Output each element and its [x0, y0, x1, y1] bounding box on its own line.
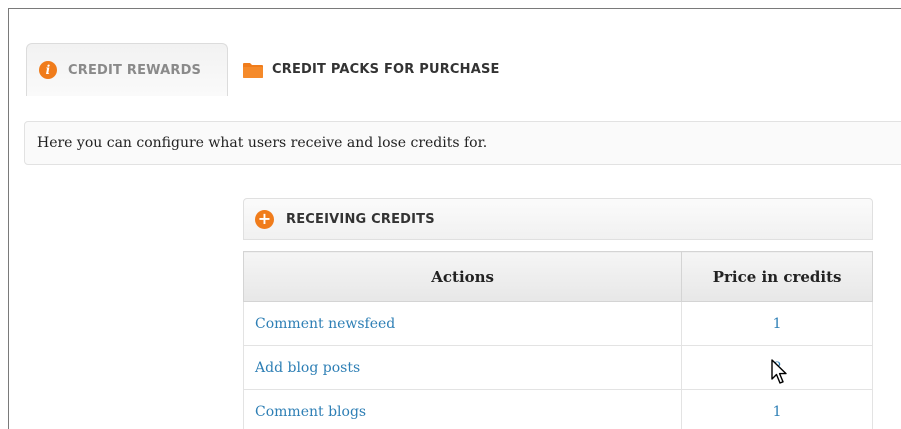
price-cell: 1: [681, 389, 873, 429]
action-link[interactable]: Comment newsfeed: [255, 316, 395, 332]
table-header-row: Actions Price in credits: [242, 251, 873, 302]
description-text: Here you can configure what users receiv…: [37, 135, 488, 151]
table-row: Comment newsfeed 1: [242, 301, 873, 346]
folder-icon: [243, 62, 263, 78]
price-cell: 8: [681, 345, 873, 390]
section-header-receiving-credits: + RECEIVING CREDITS: [243, 198, 873, 240]
action-cell: Comment blogs: [242, 389, 683, 429]
plus-circle-icon: +: [255, 209, 274, 229]
action-link[interactable]: Add blog posts: [255, 360, 360, 376]
column-header-price: Price in credits: [681, 251, 873, 302]
table-row: Comment blogs 1: [242, 389, 873, 429]
description-box: Here you can configure what users receiv…: [24, 121, 901, 165]
action-cell: Add blog posts: [242, 345, 683, 390]
tab-credit-rewards[interactable]: i CREDIT REWARDS: [26, 43, 228, 96]
section-title: RECEIVING CREDITS: [286, 211, 435, 227]
action-link[interactable]: Comment blogs: [255, 404, 366, 420]
price-link[interactable]: 8: [773, 360, 782, 376]
table-row: Add blog posts 8: [242, 345, 873, 390]
credits-table: Actions Price in credits Comment newsfee…: [242, 251, 873, 429]
tab-label: CREDIT PACKS FOR PURCHASE: [272, 62, 500, 77]
column-header-actions: Actions: [242, 251, 683, 302]
price-link[interactable]: 1: [773, 316, 782, 332]
action-cell: Comment newsfeed: [242, 301, 683, 346]
tab-credit-packs[interactable]: CREDIT PACKS FOR PURCHASE: [241, 43, 541, 96]
price-cell: 1: [681, 301, 873, 346]
page-frame: i CREDIT REWARDS CREDIT PACKS FOR PURCHA…: [8, 8, 901, 429]
info-icon: i: [39, 61, 57, 79]
tab-label: CREDIT REWARDS: [68, 62, 202, 78]
price-link[interactable]: 1: [773, 404, 782, 420]
